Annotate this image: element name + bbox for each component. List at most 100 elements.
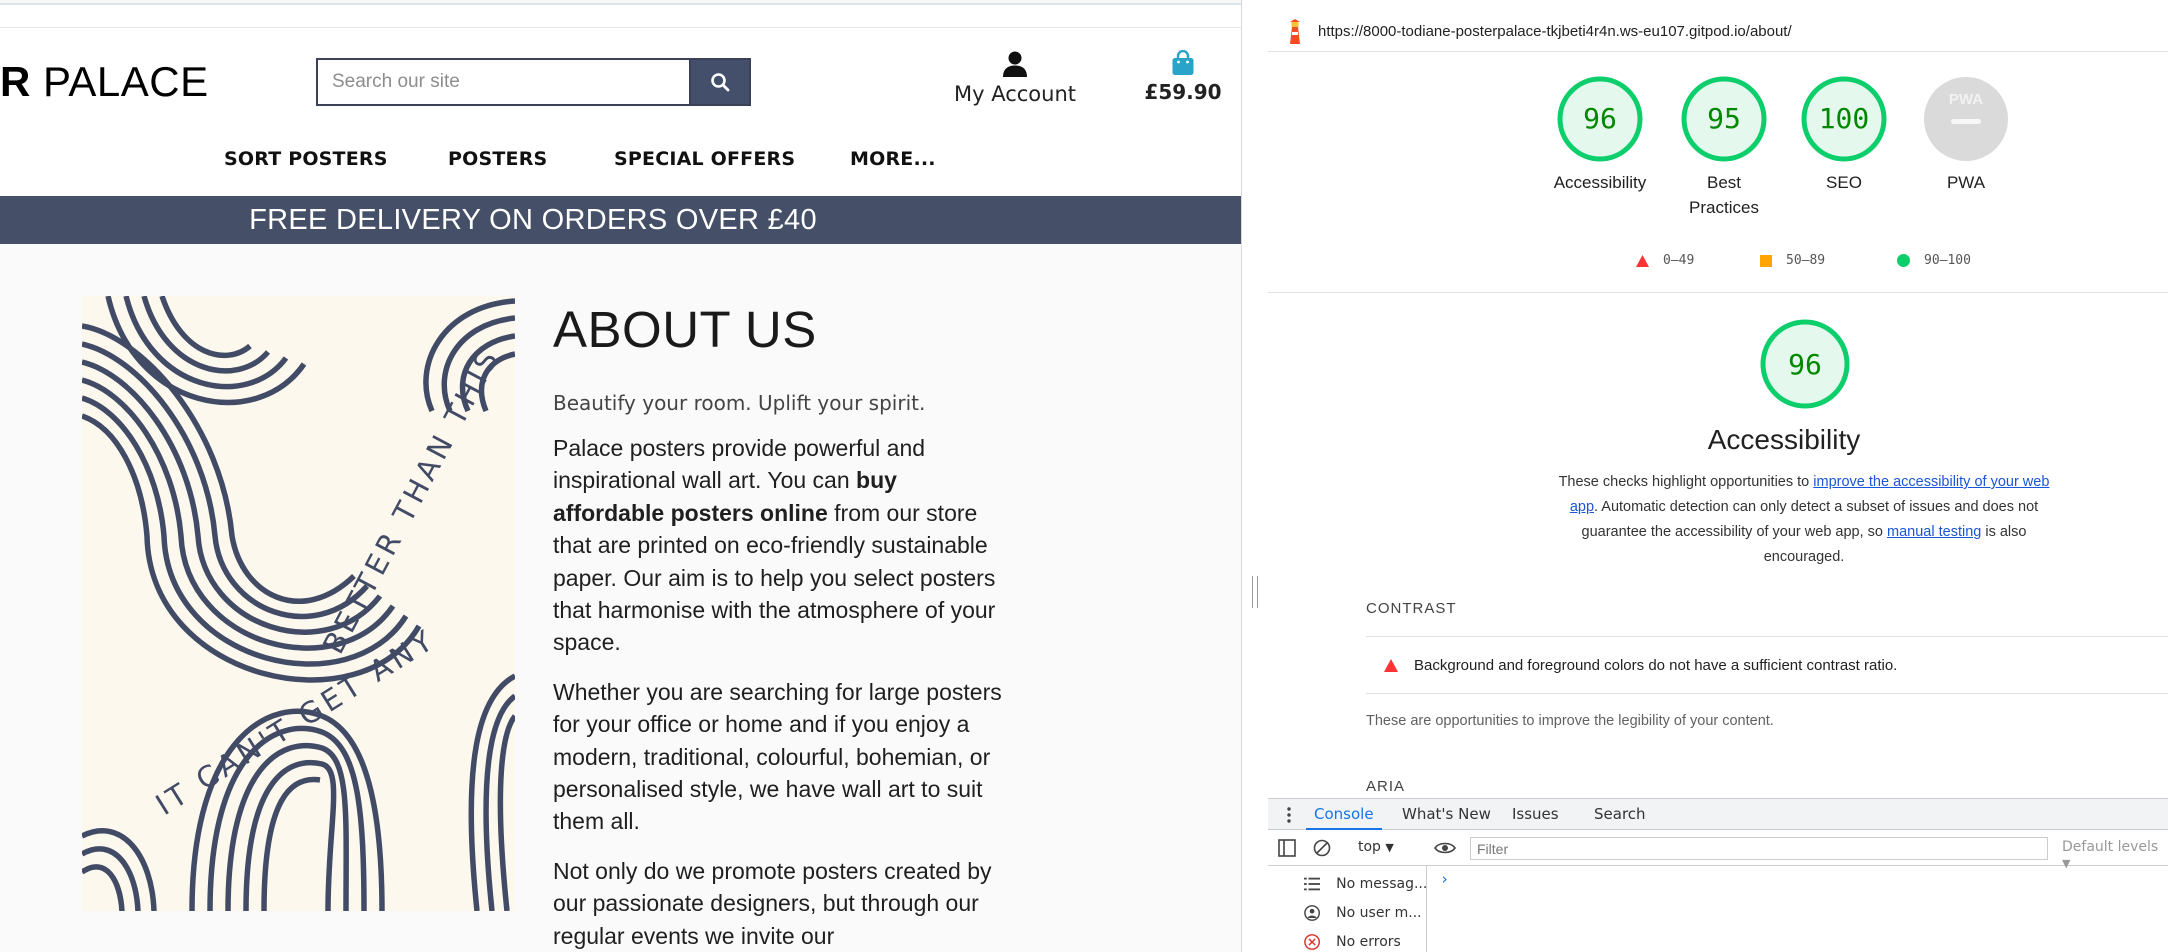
sidebar-toggle-icon[interactable] xyxy=(1278,839,1296,857)
console-filter-input[interactable] xyxy=(1470,837,2048,860)
lighthouse-icon xyxy=(1290,19,1300,44)
gauge-best-practices[interactable]: 95 Best Practices xyxy=(1676,74,1772,220)
audit-color-contrast[interactable]: Background and foreground colors do not … xyxy=(1366,636,2168,694)
report-url-bar: https://8000-todiane-posterpalace-tkjbet… xyxy=(1268,12,2168,52)
sidebar-item-errors[interactable]: No errors xyxy=(1268,928,1426,952)
gauge-seo[interactable]: 100 SEO xyxy=(1789,74,1899,195)
legend-average-label: 50–89 xyxy=(1786,253,1826,268)
gauge-pwa-label: PWA xyxy=(1946,173,1986,192)
my-account-link[interactable]: My Account xyxy=(950,50,1080,106)
nav-posters[interactable]: POSTERS xyxy=(448,148,547,170)
shopping-bag-link[interactable]: £59.90 xyxy=(1120,50,1241,104)
site-search xyxy=(316,58,751,106)
gauge-pwa[interactable]: PWA PWA xyxy=(1911,74,2021,195)
report-url: https://8000-todiane-posterpalace-tkjbet… xyxy=(1318,23,1792,40)
console-toolbar: top ▼ Default levels ▼ xyxy=(1268,830,2168,870)
legend-pass-label: 90–100 xyxy=(1924,253,1971,268)
tab-issues[interactable]: Issues xyxy=(1504,799,1567,830)
eye-icon[interactable] xyxy=(1434,841,1456,855)
legend-fail-label: 0–49 xyxy=(1663,253,1695,268)
log-levels-dropdown[interactable]: Default levels ▼ xyxy=(2062,839,2168,871)
tab-search[interactable]: Search xyxy=(1586,799,1654,830)
search-icon xyxy=(711,73,730,92)
gauge-accessibility-label: Accessibility xyxy=(1553,173,1647,192)
sidebar-item-messages-label: No messag... xyxy=(1336,876,1426,892)
top-strip xyxy=(0,0,1241,5)
category-gauge-ring: 96 xyxy=(1760,319,1850,409)
user-circle-icon xyxy=(1304,905,1320,921)
section-divider xyxy=(1268,292,2168,293)
legend-pass: 90–100 xyxy=(1897,253,1971,268)
tab-console[interactable]: Console xyxy=(1306,799,1382,830)
triangle-fail-icon xyxy=(1384,658,1398,672)
screen: R PALACE My Account xyxy=(0,0,2168,952)
tab-whats-new[interactable]: What's New xyxy=(1394,799,1499,830)
about-paragraph-2: Whether you are searching for large post… xyxy=(553,678,1002,835)
gauge-best-practices-score: 95 xyxy=(1707,102,1741,135)
poster-image: IT CAN'T GET ANY BETTER THAN THIS xyxy=(82,296,515,911)
category-score: 96 xyxy=(1788,348,1822,381)
about-text: ABOUT US Beautify your room. Uplift your… xyxy=(553,296,1013,952)
gauge-seo-score: 100 xyxy=(1819,102,1870,135)
pwa-badge-icon: PWA xyxy=(1924,77,2008,161)
gauge-accessibility[interactable]: 96 Accessibility xyxy=(1545,74,1655,195)
context-selector[interactable]: top ▼ xyxy=(1358,839,1394,855)
error-circle-icon xyxy=(1304,934,1320,950)
square-average-icon xyxy=(1760,254,1772,267)
bag-total: £59.90 xyxy=(1144,80,1222,104)
group-title-aria: ARIA xyxy=(1366,778,1406,795)
website-viewport: R PALACE My Account xyxy=(0,0,1241,952)
gauge-accessibility-ring: 96 xyxy=(1557,76,1643,162)
context-value: top xyxy=(1358,839,1381,855)
header-divider xyxy=(0,27,1241,28)
gauge-best-practices-label: Best Practices xyxy=(1689,173,1759,217)
main-nav: SORT POSTERS POSTERS SPECIAL OFFERS MORE… xyxy=(0,148,1241,196)
pwa-badge-text: PWA xyxy=(1949,91,1983,108)
poster-slogan-2: BETTER THAN THIS xyxy=(316,342,506,660)
poster-slogan-1: IT CAN'T GET ANY xyxy=(150,622,442,822)
nav-special-offers[interactable]: SPECIAL OFFERS xyxy=(614,148,795,170)
about-lead: Beautify your room. Uplift your spirit. xyxy=(553,391,926,415)
gauge-accessibility-score: 96 xyxy=(1583,102,1617,135)
sidebar-item-messages[interactable]: No messag... xyxy=(1268,870,1426,898)
devtools-panel: https://8000-todiane-posterpalace-tkjbet… xyxy=(1268,0,2168,952)
group-title-contrast: CONTRAST xyxy=(1366,600,1457,617)
more-vertical-icon[interactable] xyxy=(1287,807,1291,823)
category-gauge: 96 xyxy=(1758,317,1852,416)
chevron-down-icon: ▼ xyxy=(2062,857,2071,870)
about-paragraph-1: Palace posters provide powerful and insp… xyxy=(553,432,1013,659)
legend-fail: 0–49 xyxy=(1636,253,1694,268)
manual-testing-link[interactable]: manual testing xyxy=(1887,524,1981,540)
gauge-best-practices-ring: 95 xyxy=(1681,76,1767,162)
shopping-bag-icon xyxy=(1172,50,1194,75)
my-account-label: My Account xyxy=(953,82,1076,106)
category-description: These checks highlight opportunities to … xyxy=(1554,470,2054,570)
gauge-seo-ring: 100 xyxy=(1801,76,1887,162)
nav-sort-posters[interactable]: SORT POSTERS xyxy=(224,148,388,170)
list-icon xyxy=(1304,877,1321,891)
clear-console-icon[interactable] xyxy=(1313,839,1331,857)
category-title: Accessibility xyxy=(1707,424,1861,455)
resize-grip-icon xyxy=(1252,576,1258,608)
gauge-seo-label: SEO xyxy=(1826,173,1862,192)
legend-average: 50–89 xyxy=(1760,253,1825,268)
sidebar-item-user-messages[interactable]: No user m... xyxy=(1268,899,1426,927)
panel-resize-handle[interactable] xyxy=(1241,0,1268,952)
delivery-banner: FREE DELIVERY ON ORDERS OVER £40 xyxy=(0,196,1241,244)
sidebar-item-user-messages-label: No user m... xyxy=(1336,905,1422,921)
audit-title: Background and foreground colors do not … xyxy=(1414,656,1898,674)
nav-more[interactable]: MORE... xyxy=(850,148,936,170)
log-levels-label: Default levels xyxy=(2062,839,2159,855)
about-section: IT CAN'T GET ANY BETTER THAN THIS ABOUT … xyxy=(0,244,1241,952)
search-button[interactable] xyxy=(689,58,751,106)
desc-part-1: These checks highlight opportunities to xyxy=(1558,474,1814,490)
site-logo[interactable]: R PALACE xyxy=(0,58,209,106)
search-input[interactable] xyxy=(316,58,689,106)
console-prompt-chevron-icon[interactable]: › xyxy=(1440,870,1449,888)
triangle-fail-icon xyxy=(1636,254,1649,267)
contrast-note: These are opportunities to improve the l… xyxy=(1366,713,1774,729)
sidebar-item-errors-label: No errors xyxy=(1336,934,1401,950)
user-icon xyxy=(1003,51,1027,77)
about-heading: ABOUT US xyxy=(553,301,817,358)
circle-pass-icon xyxy=(1897,254,1910,267)
